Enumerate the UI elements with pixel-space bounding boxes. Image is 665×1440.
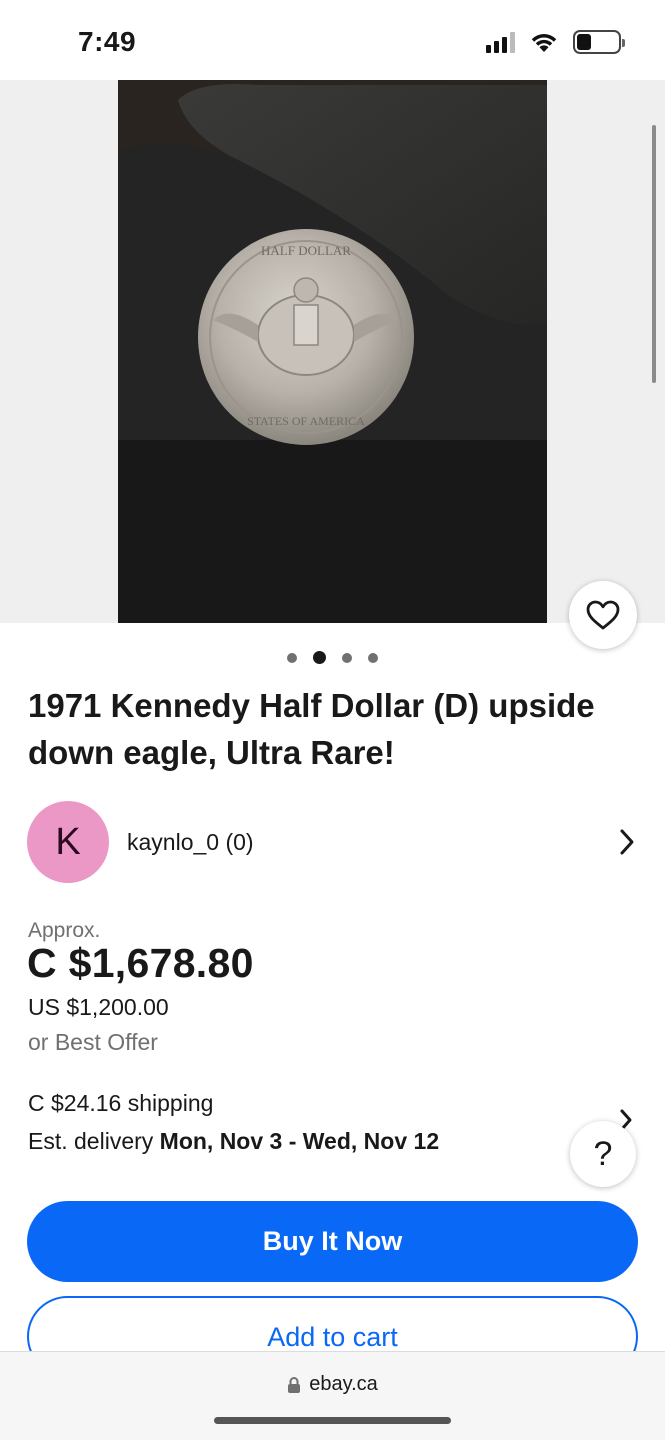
coin-photo[interactable]: HALF DOLLAR STATES OF AMERICA	[118, 80, 547, 623]
watchlist-button[interactable]	[569, 581, 637, 649]
seller-row[interactable]: K kaynlo_0 (0)	[27, 801, 639, 883]
svg-text:STATES OF AMERICA: STATES OF AMERICA	[247, 414, 365, 428]
delivery-dates: Mon, Nov 3 - Wed, Nov 12	[159, 1128, 440, 1154]
add-to-cart-wrapper: Add to cart	[0, 1296, 665, 1351]
browser-address-bar[interactable]: ebay.ca	[0, 1351, 665, 1440]
image-gallery[interactable]: HALF DOLLAR STATES OF AMERICA	[0, 80, 665, 623]
url-display[interactable]: ebay.ca	[0, 1373, 665, 1396]
price-original: US $1,200.00	[28, 994, 169, 1020]
add-to-cart-button[interactable]: Add to cart	[27, 1296, 638, 1351]
battery-icon	[573, 30, 625, 54]
home-indicator[interactable]	[214, 1417, 451, 1424]
buy-it-now-button[interactable]: Buy It Now	[27, 1201, 638, 1282]
svg-text:HALF DOLLAR: HALF DOLLAR	[261, 243, 351, 258]
delivery-prefix: Est. delivery	[28, 1128, 160, 1154]
delivery-estimate: Est. delivery Mon, Nov 3 - Wed, Nov 12	[28, 1128, 439, 1155]
lock-icon	[288, 1376, 301, 1393]
heart-icon	[586, 600, 620, 630]
pagination-dot[interactable]	[287, 652, 297, 663]
url-text: ebay.ca	[309, 1373, 378, 1395]
best-offer-text: or Best Offer	[28, 1029, 158, 1055]
scroll-indicator	[652, 125, 656, 383]
gallery-pagination	[0, 651, 665, 664]
chevron-right-icon	[620, 829, 634, 855]
seller-name: kaynlo_0 (0)	[127, 828, 254, 855]
pagination-dot[interactable]	[342, 652, 352, 663]
wifi-icon	[531, 34, 557, 52]
help-button[interactable]: ?	[570, 1121, 636, 1187]
pagination-dot-active[interactable]	[313, 651, 326, 664]
listing-title: 1971 Kennedy Half Dollar (D) upside down…	[28, 687, 595, 771]
seller-avatar: K	[27, 801, 109, 883]
status-bar: 7:49	[0, 0, 665, 80]
price-local: C $1,678.80	[27, 940, 254, 986]
status-icons	[486, 30, 625, 54]
shipping-cost: C $24.16 shipping	[28, 1090, 214, 1116]
status-time: 7:49	[78, 26, 137, 57]
cellular-signal-icon	[486, 31, 515, 53]
pagination-dot[interactable]	[368, 652, 378, 663]
